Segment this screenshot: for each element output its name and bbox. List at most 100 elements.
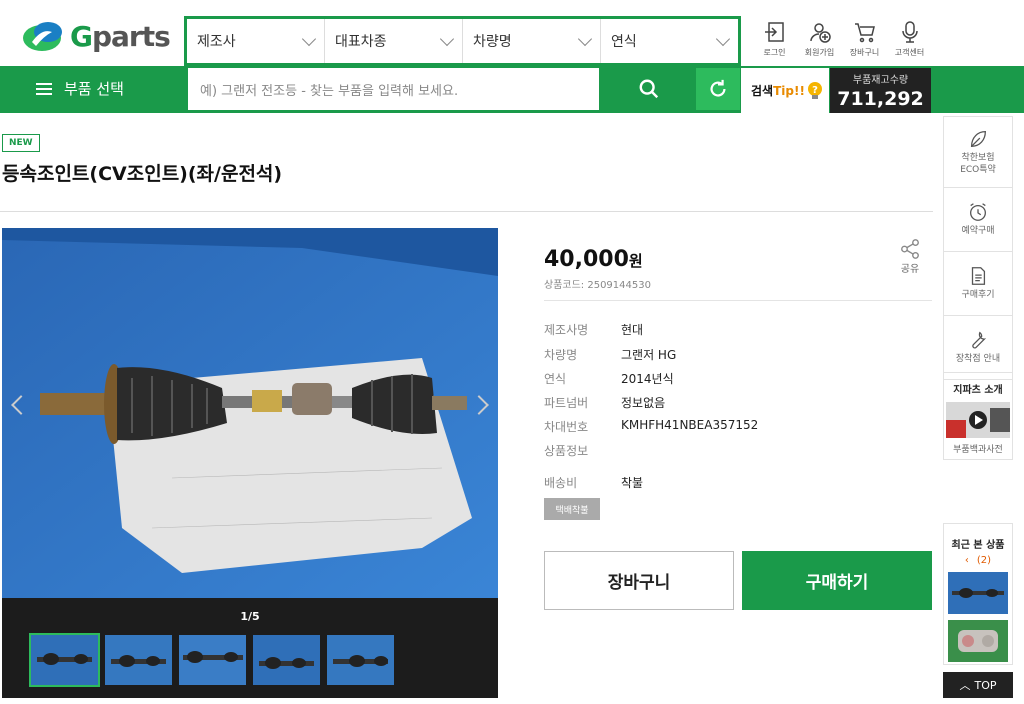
logo-text: Gparts [70, 19, 171, 53]
share-button[interactable]: 공유 [899, 238, 921, 275]
document-icon [971, 267, 986, 286]
chevron-down-icon [301, 31, 317, 46]
customer-center-label: 고객센터 [894, 48, 925, 57]
recent-item-image [948, 572, 1008, 614]
top-label: TOP [974, 678, 997, 692]
cart-link[interactable]: 장바구니 [846, 20, 883, 58]
filter-model-type[interactable]: 대표차종 [325, 19, 463, 63]
join-label: 회원가입 [804, 48, 835, 57]
share-label: 공유 [900, 264, 920, 275]
eco-insurance-link[interactable]: 착한보험 ECO특약 [943, 116, 1013, 188]
sidebar-label: 구매후기 [961, 290, 995, 301]
login-icon [764, 22, 784, 42]
reset-button[interactable] [696, 68, 740, 110]
intro-video-box[interactable]: 지파츠 소개 부품백과사전 [943, 372, 1013, 460]
recent-title: 최근 본 상품 [951, 540, 1005, 551]
login-label: 로그인 [763, 48, 786, 57]
sidebar-label: 예약구매 [961, 226, 995, 237]
thumbnail-image [327, 635, 394, 685]
recently-viewed-box: 최근 본 상품 ‹ (2) [943, 523, 1013, 665]
spec-row: 연식 2014년식 [544, 370, 844, 387]
wrench-icon [972, 332, 987, 349]
cv-joint-photo [2, 228, 498, 598]
filter-label: 연식 [611, 34, 637, 50]
spec-value: 그랜저 HG [621, 348, 677, 362]
search-icon [639, 79, 659, 99]
search-tip-button[interactable]: 검색 Tip!! ? [741, 68, 829, 113]
spec-row: 차대번호 KMHFH41NBEA357152 [544, 418, 844, 435]
spec-key: 차량명 [544, 348, 578, 362]
filter-car-name[interactable]: 차량명 [463, 19, 601, 63]
tip-highlight: Tip!! [773, 83, 805, 98]
spec-value: 정보없음 [621, 396, 666, 410]
thumbnail-1[interactable] [29, 633, 100, 687]
review-link[interactable]: 구매후기 [943, 252, 1013, 316]
top-utility-links: 로그인 회원가입 장바구니 고객센터 [756, 20, 928, 58]
spec-value: 현대 [621, 323, 644, 337]
refresh-icon [710, 79, 726, 97]
scroll-top-button[interactable]: ︿ TOP [943, 672, 1013, 698]
menu-label: 부품 선택 [64, 80, 124, 98]
recent-count: (2) [976, 555, 992, 566]
lightbulb-icon: ? [807, 81, 822, 99]
shipping-key: 배송비 [544, 476, 578, 490]
divider [0, 211, 933, 212]
reservation-link[interactable]: 예약구매 [943, 188, 1013, 252]
sidebar-label: 착한보험 ECO특약 [960, 153, 996, 175]
price-value: 40,000 [544, 247, 629, 272]
add-to-cart-button[interactable]: 장바구니 [544, 551, 734, 610]
chevron-down-icon [577, 31, 593, 46]
video-title: 지파츠 소개 [953, 385, 1003, 396]
leaf-icon [970, 131, 986, 148]
filter-label: 대표차종 [335, 34, 387, 50]
part-select-menu-button[interactable]: 부품 선택 [0, 66, 183, 111]
spec-row: 제조사명 현대 [544, 321, 844, 338]
chevron-down-icon [439, 31, 455, 46]
chevron-left-icon[interactable]: ‹ [965, 555, 969, 566]
join-link[interactable]: 회원가입 [801, 20, 838, 58]
spec-key: 차대번호 [544, 420, 589, 434]
spec-key: 연식 [544, 372, 567, 386]
recent-item-1[interactable] [948, 572, 1008, 614]
recent-item-2[interactable] [948, 620, 1008, 662]
cart-label: 장바구니 [849, 48, 880, 57]
search-button[interactable] [600, 68, 698, 110]
info-divider [544, 300, 932, 301]
filter-label: 제조사 [197, 34, 236, 50]
thumbnail-image [31, 635, 98, 685]
alarm-clock-icon [970, 203, 986, 222]
thumbnail-5[interactable] [327, 635, 394, 685]
share-icon [901, 239, 919, 259]
filter-manufacturer[interactable]: 제조사 [187, 19, 325, 63]
product-price: 40,000원 [544, 247, 643, 272]
main-product-image[interactable] [2, 228, 498, 598]
install-shop-link[interactable]: 장착점 안내 [943, 316, 1013, 380]
thumbnail-3[interactable] [179, 635, 246, 685]
stock-label: 부품재고수량 [852, 75, 909, 86]
stock-value: 711,292 [837, 88, 924, 110]
chevron-down-icon [715, 31, 731, 46]
product-title: 등속조인트(CV조인트)(좌/운전석) [2, 163, 283, 185]
video-thumbnail-image [946, 402, 1010, 438]
new-badge: NEW [2, 134, 40, 152]
filter-year[interactable]: 연식 [601, 19, 738, 63]
thumbnail-image [105, 635, 172, 685]
thumbnail-2[interactable] [105, 635, 172, 685]
customer-center-link[interactable]: 고객센터 [891, 20, 928, 58]
recent-item-image [948, 620, 1008, 662]
recent-pager: ‹ (2) [944, 555, 1012, 566]
spec-value: KMHFH41NBEA357152 [621, 418, 759, 432]
thumbnail-strip [29, 633, 394, 687]
gparts-logo[interactable]: Gparts [22, 16, 171, 56]
tip-label: 검색 [751, 84, 774, 98]
spec-row: 상품정보 [544, 442, 844, 459]
thumbnail-image [253, 635, 320, 685]
thumbnail-4[interactable] [253, 635, 320, 685]
video-thumbnail[interactable] [946, 402, 1010, 438]
chevron-up-icon: ︿ [959, 679, 971, 692]
login-link[interactable]: 로그인 [756, 20, 793, 58]
search-input[interactable]: 예) 그랜저 전조등 - 찾는 부품을 입력해 보세요. [188, 68, 599, 110]
svg-text:?: ? [812, 85, 818, 96]
buy-now-button[interactable]: 구매하기 [742, 551, 932, 610]
mic-icon [901, 21, 918, 43]
